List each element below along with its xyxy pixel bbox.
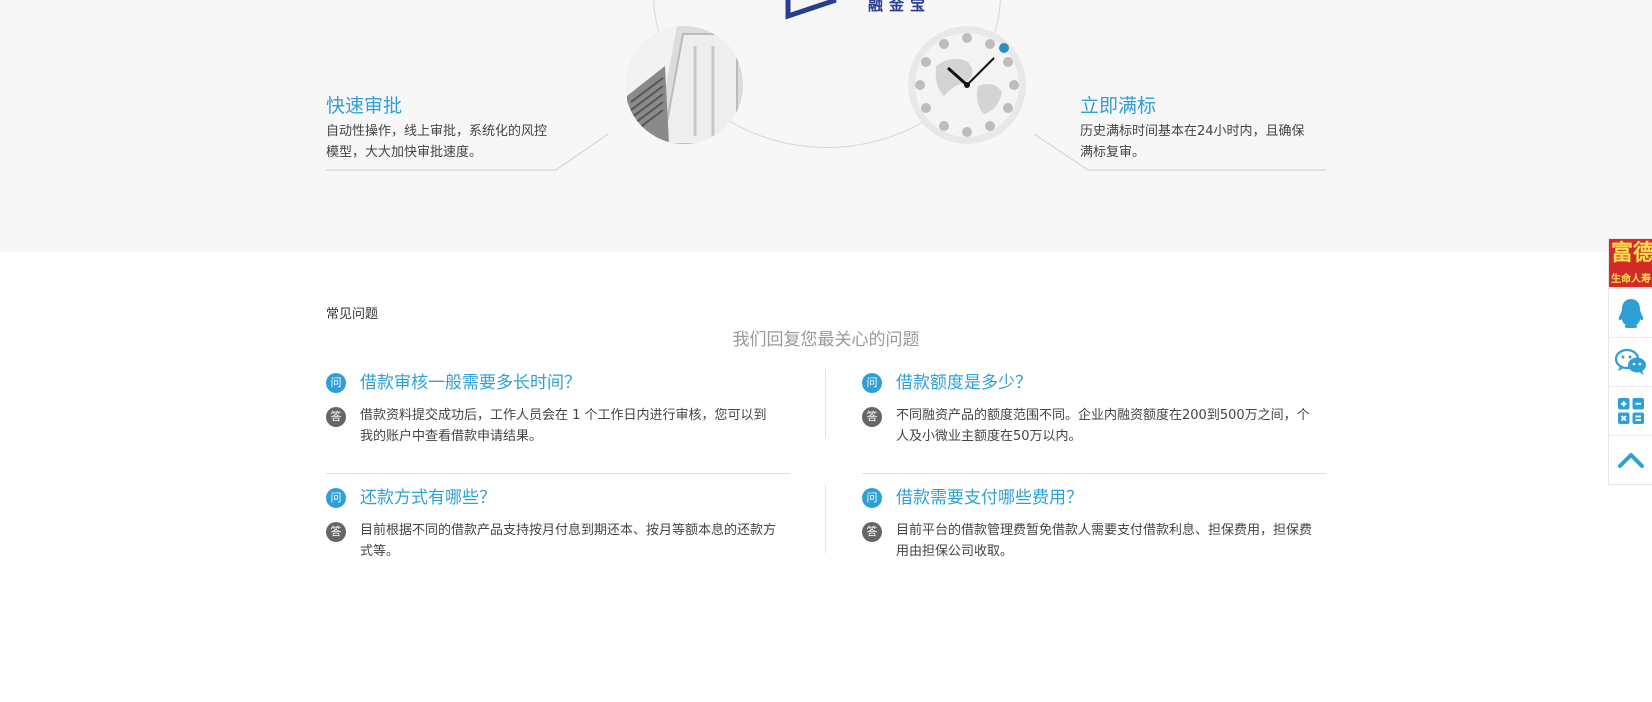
feature-band: 融金宝 快速审批 自动性操作，线上审批，系统化的风控 模型，大大加快审批速度。 … (0, 0, 1652, 252)
back-to-top-icon (1618, 453, 1644, 468)
faq-question[interactable]: 问 借款额度是多少？ (862, 371, 1342, 397)
faq-answer: 答 借款资料提交成功后，工作人员会在 1 个工作日内进行审核，您可以到 我的账户… (326, 405, 806, 447)
answer-text: 目前根据不同的借款产品支持按月付息到期还本、按月等额本息的还款方 式等。 (360, 523, 777, 559)
calculator-icon (1618, 398, 1644, 424)
faq-column-divider (825, 485, 826, 553)
feature-connector-right (1033, 133, 1326, 171)
question-text[interactable]: 借款审核一般需要多长时间？ (360, 373, 581, 393)
faq-item: 问 还款方式有哪些？ 答 目前根据不同的借款产品支持按月付息到期还本、按月等额本… (326, 486, 806, 562)
qq-button[interactable] (1609, 288, 1652, 337)
faq-row-divider (862, 473, 1326, 474)
question-text[interactable]: 还款方式有哪些？ (360, 488, 496, 508)
feature-title: 立即满标 (1080, 95, 1157, 117)
faq-column-divider (825, 369, 826, 437)
faq-answer: 答 目前根据不同的借款产品支持按月付息到期还本、按月等额本息的还款方 式等。 (326, 520, 806, 562)
faq-answer: 答 目前平台的借款管理费暂免借款人需要支付借款利息、担保费用，担保费 用由担保公… (862, 520, 1342, 562)
faq-answer: 答 不同融资产品的额度范围不同。企业内融资额度在200到500万之间，个 人及小… (862, 405, 1342, 447)
feature-title: 快速审批 (326, 95, 403, 117)
qq-icon (1618, 299, 1644, 328)
answer-badge-icon: 答 (326, 522, 346, 542)
question-badge-icon: 问 (862, 488, 882, 508)
calculator-button[interactable] (1609, 386, 1652, 435)
answer-text: 不同融资产品的额度范围不同。企业内融资额度在200到500万之间，个 人及小微业… (896, 408, 1310, 444)
faq-row-divider (326, 473, 790, 474)
faq-subheading: 我们回复您最关心的问题 (732, 330, 920, 350)
ad-sub-text: 生命人寿 (1611, 274, 1651, 285)
faq-heading: 常见问题 (326, 307, 379, 322)
faq-item: 问 借款需要支付哪些费用？ 答 目前平台的借款管理费暂免借款人需要支付借款利息、… (862, 486, 1342, 562)
laptop-photo (625, 26, 743, 144)
faq-question[interactable]: 问 借款审核一般需要多长时间？ (326, 371, 806, 397)
faq-item: 问 借款额度是多少？ 答 不同融资产品的额度范围不同。企业内融资额度在200到5… (862, 371, 1342, 447)
wechat-icon (1615, 348, 1646, 375)
answer-badge-icon: 答 (862, 407, 882, 427)
answer-text: 借款资料提交成功后，工作人员会在 1 个工作日内进行审核，您可以到 我的账户中查… (360, 408, 767, 444)
brand-name: 融金宝 (868, 0, 932, 14)
answer-badge-icon: 答 (862, 522, 882, 542)
floating-sidebar: 富德 生命人寿 (1608, 238, 1652, 485)
wechat-button[interactable] (1609, 337, 1652, 386)
question-text[interactable]: 借款需要支付哪些费用？ (896, 488, 1083, 508)
question-text[interactable]: 借款额度是多少？ (896, 373, 1032, 393)
clock-photo (908, 26, 1026, 144)
faq-question[interactable]: 问 借款需要支付哪些费用？ (862, 486, 1342, 512)
faq-item: 问 借款审核一般需要多长时间？ 答 借款资料提交成功后，工作人员会在 1 个工作… (326, 371, 806, 447)
question-badge-icon: 问 (326, 373, 346, 393)
brand-logo-icon (785, 0, 837, 20)
faq-question[interactable]: 问 还款方式有哪些？ (326, 486, 806, 512)
question-badge-icon: 问 (862, 373, 882, 393)
back-to-top-button[interactable] (1609, 435, 1652, 484)
sidebar-ad-banner[interactable]: 富德 生命人寿 (1609, 239, 1652, 288)
answer-badge-icon: 答 (326, 407, 346, 427)
feature-connector-left (326, 133, 609, 171)
question-badge-icon: 问 (326, 488, 346, 508)
answer-text: 目前平台的借款管理费暂免借款人需要支付借款利息、担保费用，担保费 用由担保公司收… (896, 523, 1313, 559)
ad-main-text: 富德 (1611, 241, 1652, 266)
